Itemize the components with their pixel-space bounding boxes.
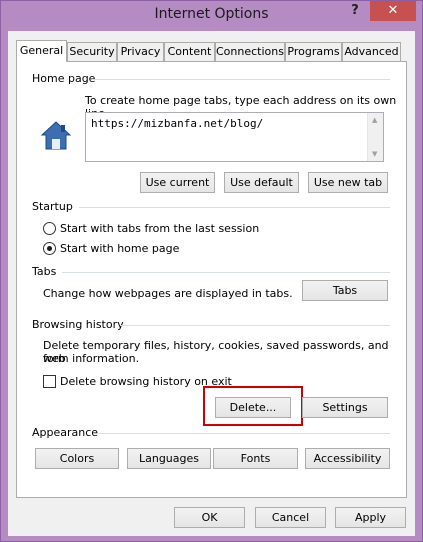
general-tab-panel: Home page To create home page tabs, type…	[16, 61, 407, 498]
tab-general[interactable]: General	[16, 40, 67, 62]
home-page-address-value: https://mizbanfa.net/blog/	[91, 117, 264, 130]
use-new-tab-button[interactable]: Use new tab	[308, 172, 388, 193]
startup-home-radio[interactable]	[43, 242, 56, 255]
settings-button[interactable]: Settings	[302, 397, 388, 418]
dialog-client-area: General Security Privacy Content Connect…	[8, 31, 415, 536]
startup-tabs-label[interactable]: Start with tabs from the last session	[60, 222, 259, 235]
address-scrollbar[interactable]: ▲ ▼	[367, 113, 383, 161]
delete-button[interactable]: Delete...	[215, 397, 291, 418]
group-divider	[62, 272, 390, 273]
home-page-address-input[interactable]: https://mizbanfa.net/blog/ ▲ ▼	[85, 112, 384, 162]
cancel-button[interactable]: Cancel	[255, 507, 326, 528]
scroll-down-icon[interactable]: ▼	[372, 150, 377, 158]
delete-on-exit-checkbox[interactable]	[43, 375, 56, 388]
tab-privacy[interactable]: Privacy	[117, 42, 164, 61]
use-current-button[interactable]: Use current	[140, 172, 215, 193]
tab-programs[interactable]: Programs	[285, 42, 342, 61]
title-bar[interactable]: Internet Options ? ✕	[1, 1, 422, 31]
tab-advanced[interactable]: Advanced	[342, 42, 401, 61]
startup-tabs-radio[interactable]	[43, 222, 56, 235]
home-page-heading: Home page	[32, 72, 96, 85]
scroll-up-icon[interactable]: ▲	[372, 116, 377, 124]
house-icon	[40, 121, 72, 150]
group-divider	[79, 207, 390, 208]
tab-connections[interactable]: Connections	[215, 42, 285, 61]
languages-button[interactable]: Languages	[127, 448, 211, 469]
accessibility-button[interactable]: Accessibility	[305, 448, 390, 469]
tabs-button[interactable]: Tabs	[302, 280, 388, 301]
close-button[interactable]: ✕	[370, 1, 416, 21]
tabs-heading: Tabs	[32, 265, 57, 278]
ok-button[interactable]: OK	[174, 507, 245, 528]
appearance-heading: Appearance	[32, 426, 99, 439]
fonts-button[interactable]: Fonts	[213, 448, 298, 469]
browsing-history-description-2: form information.	[43, 352, 140, 365]
group-divider	[99, 433, 390, 434]
tabs-description: Change how webpages are displayed in tab…	[43, 287, 293, 300]
help-button[interactable]: ?	[346, 3, 364, 21]
group-divider	[92, 79, 390, 80]
apply-button[interactable]: Apply	[335, 507, 406, 528]
use-default-button[interactable]: Use default	[224, 172, 299, 193]
tab-security[interactable]: Security	[67, 42, 117, 61]
internet-options-window: Internet Options ? ✕ General Security Pr…	[0, 0, 423, 542]
group-divider	[120, 325, 390, 326]
colors-button[interactable]: Colors	[35, 448, 119, 469]
startup-heading: Startup	[32, 200, 73, 213]
startup-home-label[interactable]: Start with home page	[60, 242, 179, 255]
tab-content[interactable]: Content	[164, 42, 215, 61]
browsing-history-heading: Browsing history	[32, 318, 124, 331]
